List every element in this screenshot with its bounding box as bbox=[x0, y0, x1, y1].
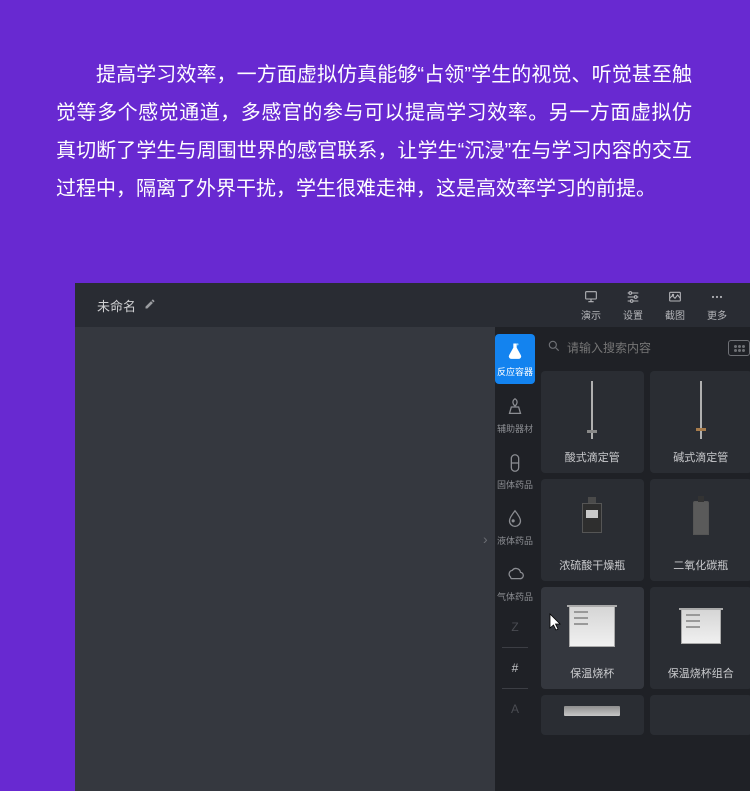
card-thermal-beaker-set[interactable]: 保温烧杯组合 bbox=[650, 587, 750, 689]
more-label: 更多 bbox=[707, 307, 727, 322]
card-thermal-beaker[interactable]: 保温烧杯 bbox=[541, 587, 644, 689]
asset-list: 酸式滴定管 碱式滴定管 浓硫酸干燥瓶 二氧化碳瓶 保温烧杯 bbox=[535, 327, 750, 791]
card-partial[interactable] bbox=[541, 695, 644, 735]
card-partial[interactable] bbox=[650, 695, 750, 735]
settings-button[interactable]: 设置 bbox=[612, 289, 654, 322]
app-window: 未命名 演示 设置 截图 更多 › bbox=[75, 283, 750, 791]
card-co2-bottle[interactable]: 二氧化碳瓶 bbox=[650, 479, 750, 581]
tab-label: 气体药品 bbox=[497, 590, 533, 603]
card-label: 二氧化碳瓶 bbox=[673, 557, 728, 573]
tab-label: 固体药品 bbox=[497, 478, 533, 491]
tab-label: 反应容器 bbox=[497, 365, 533, 378]
more-button[interactable]: 更多 bbox=[696, 289, 738, 322]
tab-reaction-vessel[interactable]: 反应容器 bbox=[495, 334, 535, 384]
titlebar: 未命名 演示 设置 截图 更多 bbox=[75, 283, 750, 327]
category-tabs: 反应容器 辅助器材 固体药品 液体药品 气体药品 Z # A bbox=[495, 327, 535, 791]
burette-icon bbox=[700, 381, 702, 439]
beaker-set-icon bbox=[681, 608, 721, 644]
tab-liquid[interactable]: 液体药品 bbox=[495, 499, 535, 555]
tab-label: 辅助器材 bbox=[497, 422, 533, 435]
search-icon bbox=[547, 339, 561, 358]
present-button[interactable]: 演示 bbox=[570, 289, 612, 322]
index-letter-a[interactable]: A bbox=[511, 693, 519, 725]
burette-icon bbox=[591, 381, 593, 439]
index-letter-hash[interactable]: # bbox=[512, 652, 519, 684]
card-h2so4-bottle[interactable]: 浓硫酸干燥瓶 bbox=[541, 479, 644, 581]
card-alkali-burette[interactable]: 碱式滴定管 bbox=[650, 371, 750, 473]
doc-name-label: 未命名 bbox=[97, 296, 136, 315]
card-label: 保温烧杯 bbox=[570, 665, 614, 681]
card-label: 保温烧杯组合 bbox=[668, 665, 734, 681]
separator bbox=[502, 647, 528, 648]
edit-icon[interactable] bbox=[144, 298, 156, 313]
tab-gas[interactable]: 气体药品 bbox=[495, 555, 535, 611]
settings-label: 设置 bbox=[623, 307, 643, 322]
separator bbox=[502, 688, 528, 689]
tab-label: 液体药品 bbox=[497, 534, 533, 547]
screenshot-button[interactable]: 截图 bbox=[654, 289, 696, 322]
beaker-icon bbox=[569, 605, 615, 647]
document-title[interactable]: 未命名 bbox=[97, 296, 156, 315]
card-acid-burette[interactable]: 酸式滴定管 bbox=[541, 371, 644, 473]
search-row bbox=[541, 333, 750, 363]
asset-panel: 反应容器 辅助器材 固体药品 液体药品 气体药品 Z # A bbox=[495, 327, 750, 791]
tab-solid[interactable]: 固体药品 bbox=[495, 443, 535, 499]
canvas[interactable] bbox=[75, 327, 495, 791]
tab-auxiliary[interactable]: 辅助器材 bbox=[495, 387, 535, 443]
asset-grid: 酸式滴定管 碱式滴定管 浓硫酸干燥瓶 二氧化碳瓶 保温烧杯 bbox=[541, 371, 750, 735]
toolbar-buttons: 演示 设置 截图 更多 bbox=[570, 289, 738, 322]
cursor-icon bbox=[549, 613, 563, 636]
index-letter-z[interactable]: Z bbox=[511, 611, 518, 643]
intro-text: 提高学习效率，一方面虚拟仿真能够“占领”学生的视觉、听觉甚至触觉等多个感觉通道，… bbox=[0, 0, 750, 208]
card-label: 酸式滴定管 bbox=[565, 449, 620, 465]
tray-icon bbox=[564, 706, 620, 716]
card-label: 碱式滴定管 bbox=[673, 449, 728, 465]
screenshot-label: 截图 bbox=[665, 307, 685, 322]
present-label: 演示 bbox=[581, 307, 601, 322]
collapse-handle-icon[interactable]: › bbox=[483, 531, 488, 547]
bottle-icon bbox=[582, 503, 602, 533]
card-label: 浓硫酸干燥瓶 bbox=[559, 557, 625, 573]
keyboard-icon[interactable] bbox=[728, 340, 750, 356]
gas-bottle-icon bbox=[693, 501, 709, 535]
search-input[interactable] bbox=[567, 341, 722, 355]
